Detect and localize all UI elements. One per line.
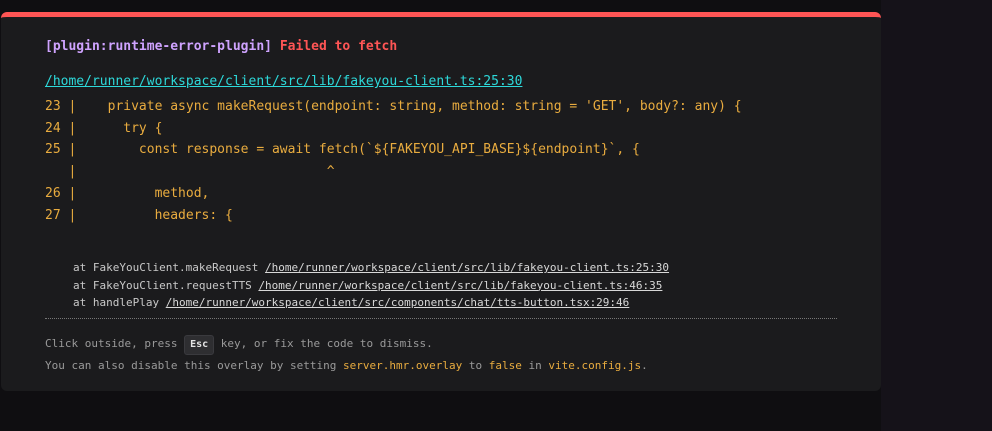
esc-key: Esc: [184, 335, 215, 355]
config-file: vite.config.js: [548, 359, 642, 372]
code-frame: 23 | private async makeRequest(endpoint:…: [45, 99, 742, 223]
stack-location-link[interactable]: /home/runner/workspace/client/src/lib/fa…: [265, 261, 669, 274]
stack-trace: at FakeYouClient.makeRequest /home/runne…: [73, 259, 669, 312]
stack-line: at FakeYouClient.requestTTS /home/runner…: [73, 278, 663, 292]
config-key: server.hmr.overlay: [343, 359, 463, 372]
error-overlay: [plugin:runtime-error-plugin] Failed to …: [1, 12, 881, 391]
divider: [45, 318, 837, 319]
stack-location-link[interactable]: /home/runner/workspace/client/src/compon…: [166, 296, 630, 309]
stack-line: at handlePlay /home/runner/workspace/cli…: [73, 296, 630, 309]
dismiss-tip: Click outside, press Esc key, or fix the…: [45, 335, 433, 355]
false-value: false: [488, 359, 522, 372]
stack-line: at FakeYouClient.makeRequest /home/runne…: [73, 261, 670, 274]
error-header: [plugin:runtime-error-plugin] Failed to …: [45, 39, 397, 54]
plugin-name: [plugin:runtime-error-plugin]: [45, 39, 272, 54]
background-strip: [881, 0, 992, 431]
error-message: Failed to fetch: [279, 39, 398, 54]
stack-location-link[interactable]: /home/runner/workspace/client/src/lib/fa…: [258, 279, 662, 292]
error-file-link[interactable]: /home/runner/workspace/client/src/lib/fa…: [45, 74, 522, 89]
config-tip: You can also disable this overlay by set…: [45, 359, 648, 372]
